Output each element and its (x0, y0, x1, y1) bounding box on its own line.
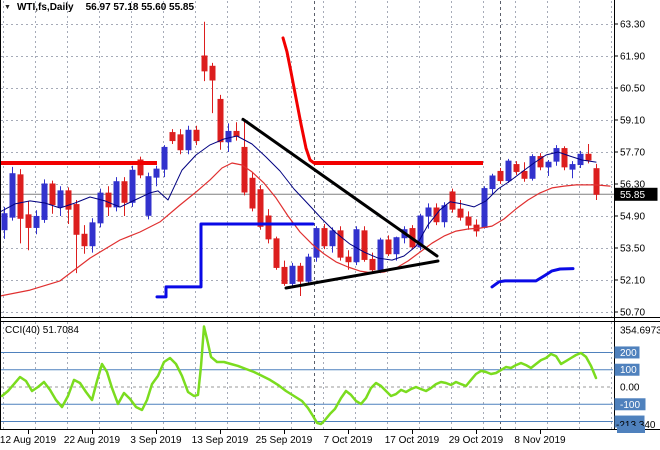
candle-body (497, 170, 504, 182)
candle-body (265, 215, 272, 240)
candle-body (105, 192, 112, 208)
chart-title: ▼ WTI,fs,Daily 56.97 57.18 55.60 55.85 (4, 2, 194, 13)
candle-body (529, 156, 536, 179)
candle-body (297, 265, 304, 282)
candle-body (377, 239, 384, 271)
candle-body (233, 130, 240, 137)
candle-body (81, 233, 88, 247)
candle-body (249, 177, 256, 209)
candle-body (225, 130, 232, 143)
candle-body (449, 191, 456, 210)
time-axis-label: 7 Oct 2019 (324, 435, 373, 446)
time-axis-label: 8 Nov 2019 (514, 435, 566, 446)
price-axis-label: 53.50 (620, 243, 645, 254)
price-axis-label: 50.70 (620, 307, 645, 318)
price-axis-label: 63.30 (620, 20, 645, 31)
candle-body (329, 230, 336, 247)
cci-indicator-label: CCI(40) 51.7084 (5, 325, 79, 336)
candle-body (65, 190, 72, 210)
candle-body (345, 256, 352, 263)
candle-body (89, 222, 96, 247)
candle-body (241, 146, 248, 193)
candle-body (465, 216, 472, 226)
candle-body (145, 176, 152, 216)
cci-max-label: 354.6973 (620, 326, 660, 337)
candle-body (25, 214, 32, 228)
candle-body (561, 148, 568, 168)
candle-body (201, 55, 208, 72)
cci-level-label: 100 (620, 365, 637, 376)
time-axis-label: 3 Sep 2019 (130, 435, 182, 446)
candle-body (129, 169, 136, 203)
time-axis-label: 12 Aug 2019 (0, 435, 57, 446)
candle-body (177, 134, 184, 151)
mt4-chart-window: 63.30 61.90 60.50 59.10 57.70 56.30 54.90 53.50… (0, 0, 660, 450)
candle-body (321, 228, 328, 247)
candle-body (217, 98, 224, 143)
candle-body (153, 168, 160, 178)
time-axis-label: 17 Oct 2019 (385, 435, 440, 446)
collapse-arrow-icon[interactable]: ▼ (4, 3, 11, 13)
candle-body (593, 168, 600, 195)
price-axis-label: 61.90 (620, 52, 645, 63)
current-price-label: 55.85 (620, 190, 645, 201)
candle-body (289, 265, 296, 284)
price-chart-canvas[interactable]: 63.3061.9060.5059.1057.7056.3054.9053.50… (0, 0, 660, 450)
candle-body (481, 188, 488, 228)
candle-body (17, 174, 24, 219)
pane-splitter[interactable] (0, 318, 660, 321)
candle-body (33, 215, 40, 228)
candle-body (257, 189, 264, 227)
candle-body (273, 238, 280, 268)
candle-body (353, 229, 360, 263)
candle-body (1, 213, 8, 231)
candle-body (393, 237, 400, 255)
candle-body (521, 170, 528, 179)
candle-body (281, 266, 288, 284)
candle-body (385, 239, 392, 255)
candle-body (73, 204, 80, 235)
candle-body (553, 148, 560, 162)
time-axis-label: 13 Sep 2019 (192, 435, 249, 446)
time-axis-label: 25 Sep 2019 (256, 435, 313, 446)
candle-body (57, 190, 64, 208)
candle-body (569, 164, 576, 170)
candle-body (305, 256, 312, 282)
candle-body (161, 146, 168, 170)
candle-body (425, 207, 432, 217)
price-axis-label: 54.90 (620, 211, 645, 222)
candle-body (505, 160, 512, 182)
candle-body (193, 129, 200, 142)
candle-body (457, 208, 464, 218)
cci-level-label: -100 (620, 400, 640, 411)
candle-body (169, 132, 176, 142)
price-axis-label: 52.10 (620, 275, 645, 286)
ohlc-values: 56.97 57.18 55.60 55.85 (85, 2, 195, 13)
axis-corner-widget[interactable] (617, 426, 645, 433)
cci-level-label: 200 (620, 348, 637, 359)
candle-body (585, 153, 592, 161)
candle-body (313, 228, 320, 258)
candle-body (209, 65, 216, 81)
candle-body (49, 183, 56, 206)
candle-body (545, 161, 552, 168)
candle-body (369, 258, 376, 271)
candle-body (97, 192, 104, 224)
candle-body (489, 175, 496, 190)
candle-body (185, 129, 192, 151)
cci-zero-label: 0.00 (620, 383, 640, 394)
price-axis-label: 59.10 (620, 116, 645, 127)
time-axis-label: 22 Aug 2019 (64, 435, 121, 446)
candle-body (113, 181, 120, 208)
candle-body (9, 173, 16, 218)
candle-body (513, 164, 520, 172)
symbol-label: WTI,fs,Daily (16, 2, 74, 13)
candle-body (121, 181, 128, 203)
time-axis-label: 29 Oct 2019 (449, 435, 504, 446)
price-axis-label: 60.50 (620, 84, 645, 95)
candle-body (361, 230, 368, 260)
cci-label-text: CCI(40) 51.7084 (5, 325, 79, 336)
candle-body (41, 183, 48, 220)
price-axis-label: 57.70 (620, 148, 645, 159)
